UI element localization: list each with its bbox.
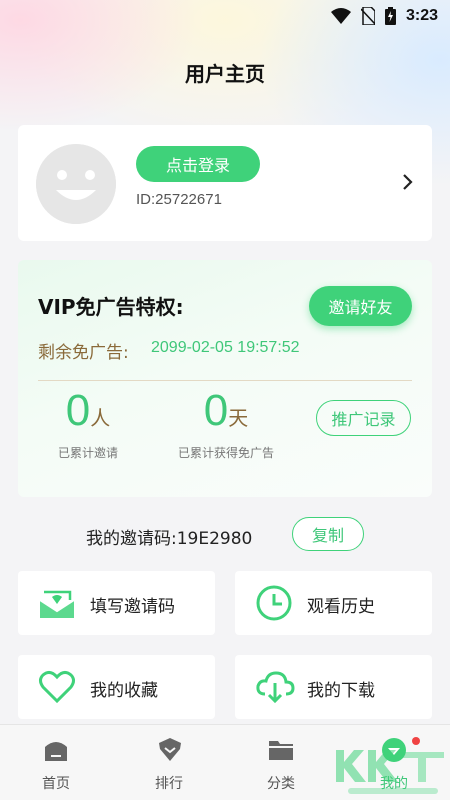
mail-icon	[38, 584, 76, 626]
tile-downloads[interactable]: 我的下载	[235, 655, 432, 719]
tile-enter-invite-code[interactable]: 填写邀请码	[18, 571, 215, 635]
tile-label: 我的收藏	[90, 681, 158, 701]
smiley-avatar-icon	[36, 144, 116, 224]
folder-icon	[268, 737, 294, 763]
stat-days-unit: 天	[228, 406, 249, 430]
remaining-label: 剩余免广告:	[38, 343, 129, 363]
nav-label: 排行	[155, 776, 183, 792]
vip-title: VIP免广告特权:	[38, 295, 184, 319]
page-title: 用户主页	[185, 62, 265, 86]
tile-label: 填写邀请码	[90, 597, 175, 617]
rank-icon	[156, 737, 182, 763]
stat-invited-unit: 人	[90, 406, 111, 430]
status-bar: 3:23	[0, 0, 450, 32]
stat-days-value: 0	[203, 386, 229, 435]
clock-icon	[255, 584, 293, 626]
avatar[interactable]	[36, 144, 116, 224]
nav-label: 首页	[42, 776, 70, 792]
no-sim-icon	[360, 7, 375, 25]
user-id: ID:25722671	[136, 191, 222, 208]
copy-button[interactable]: 复制	[292, 517, 364, 551]
vip-card: VIP免广告特权: 邀请好友 剩余免广告: 2099-02-05 19:57:5…	[18, 260, 432, 497]
nav-category[interactable]: 分类	[241, 725, 321, 800]
tile-watch-history[interactable]: 观看历史	[235, 571, 432, 635]
promo-records-button[interactable]: 推广记录	[316, 400, 411, 436]
tile-label: 我的下载	[307, 681, 375, 701]
stat-days: 0天 已累计获得免广告	[176, 386, 276, 461]
tile-favorites[interactable]: 我的收藏	[18, 655, 215, 719]
cloud-download-icon	[255, 668, 295, 710]
stat-invited: 0人 已累计邀请	[58, 386, 118, 461]
wifi-icon	[330, 8, 351, 24]
stat-invited-label: 已累计邀请	[58, 446, 119, 460]
stat-invited-value: 0	[65, 386, 91, 435]
battery-charging-icon	[384, 7, 396, 25]
status-time: 3:23	[405, 7, 438, 24]
invite-code-label: 我的邀请码:19E2980	[86, 529, 253, 549]
nav-home[interactable]: 首页	[16, 725, 96, 800]
bottom-nav: 首页 排行 分类 我的	[0, 724, 450, 800]
profile-card[interactable]: 点击登录 ID:25722671	[18, 125, 432, 241]
stat-days-label: 已累计获得免广告	[177, 446, 274, 460]
nav-label: 分类	[267, 776, 295, 792]
heart-icon	[38, 668, 76, 710]
notification-dot	[412, 737, 420, 745]
nav-label: 我的	[380, 776, 408, 792]
chevron-right-icon[interactable]	[402, 173, 414, 195]
divider	[38, 380, 412, 381]
invite-friends-button[interactable]: 邀请好友	[309, 286, 412, 326]
home-icon	[43, 737, 69, 763]
remaining-value: 2099-02-05 19:57:52	[151, 339, 300, 356]
login-button[interactable]: 点击登录	[136, 146, 260, 182]
tile-label: 观看历史	[307, 597, 375, 617]
nav-me[interactable]: 我的	[354, 725, 434, 800]
nav-rank[interactable]: 排行	[129, 725, 209, 800]
profile-icon	[381, 737, 407, 763]
